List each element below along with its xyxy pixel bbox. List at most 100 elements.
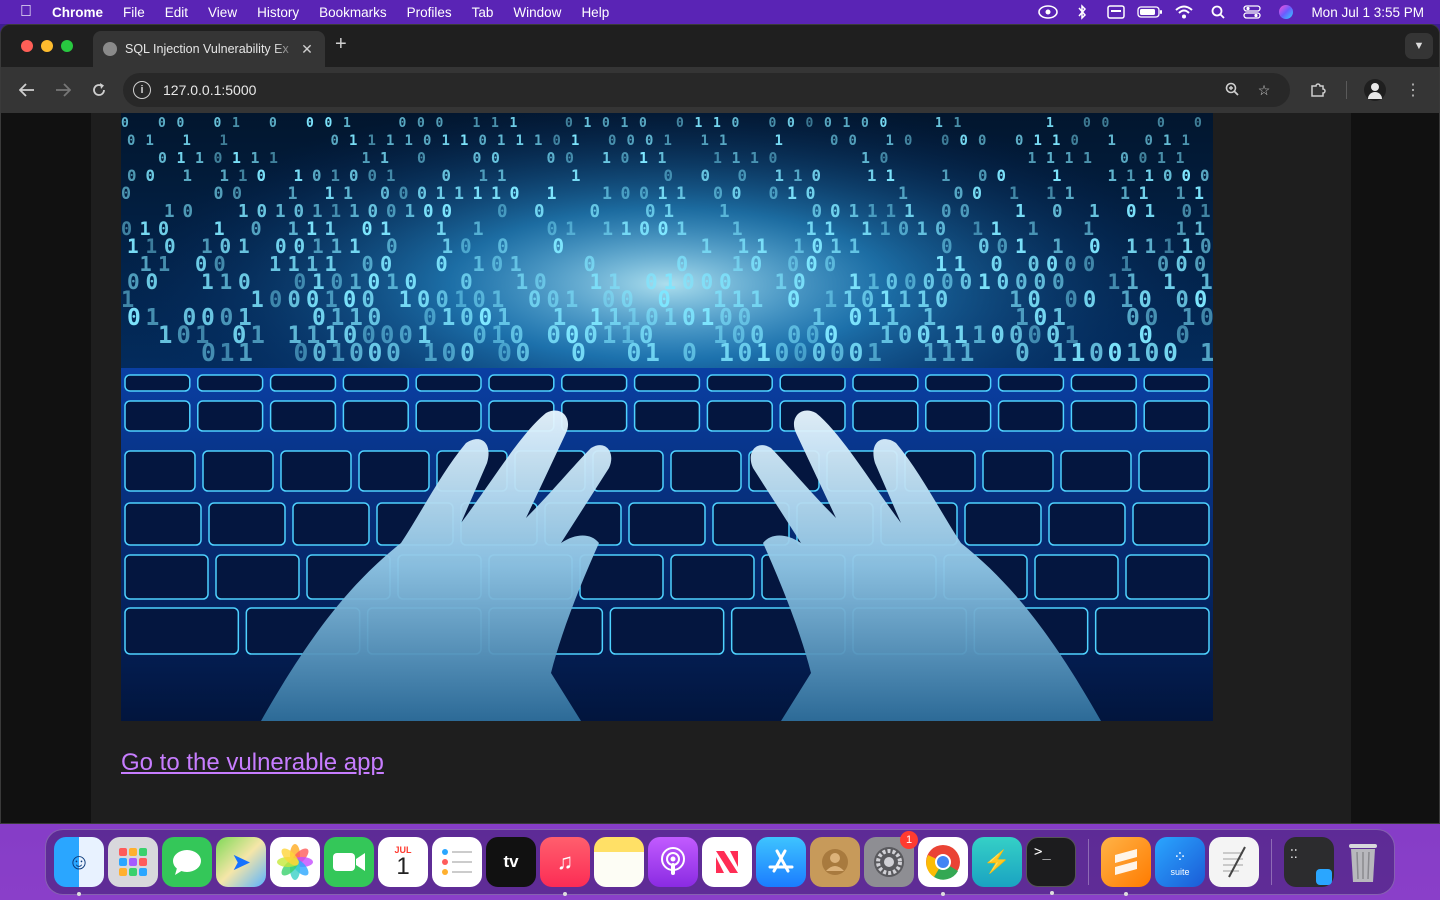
- binary-digit: 0: [978, 166, 987, 185]
- running-indicator: [1124, 892, 1128, 896]
- new-tab-button[interactable]: +: [335, 33, 347, 56]
- menu-help[interactable]: Help: [571, 5, 619, 20]
- podcasts-icon[interactable]: [648, 837, 698, 887]
- maps-icon[interactable]: ➤: [216, 837, 266, 887]
- app-store-icon[interactable]: [756, 837, 806, 887]
- suite-app-icon[interactable]: ⁘ suite: [1155, 837, 1205, 887]
- address-bar-url[interactable]: 127.0.0.1:5000: [163, 82, 1216, 98]
- facetime-icon[interactable]: [324, 837, 374, 887]
- more-menu-icon[interactable]: ⋮: [1397, 74, 1429, 106]
- bolt-app-icon[interactable]: ⚡: [972, 837, 1022, 887]
- tab-search-chevron-down-icon[interactable]: ▼: [1405, 33, 1433, 59]
- news-icon[interactable]: [702, 837, 752, 887]
- menu-app-name[interactable]: Chrome: [52, 5, 113, 20]
- back-arrow-icon[interactable]: [11, 74, 43, 106]
- binary-digit: 0: [516, 338, 531, 367]
- reminders-icon[interactable]: [432, 837, 482, 887]
- binary-digit: 0: [553, 133, 561, 149]
- music-icon[interactable]: ♫: [540, 837, 590, 896]
- binary-digit: 1: [1139, 184, 1149, 203]
- binary-digit: 1: [824, 288, 837, 313]
- bookmark-star-icon[interactable]: ☆: [1248, 82, 1280, 99]
- binary-digit: 1: [645, 338, 660, 367]
- extensions-puzzle-icon[interactable]: [1302, 74, 1334, 106]
- close-window-button[interactable]: [21, 40, 33, 52]
- forward-arrow-icon[interactable]: [47, 74, 79, 106]
- apple-menu-icon[interactable]: : [0, 3, 52, 21]
- keyboard-key: [706, 374, 773, 392]
- menu-window[interactable]: Window: [503, 5, 571, 20]
- sublime-text-icon[interactable]: [1101, 837, 1151, 896]
- binary-digit: 0: [368, 166, 377, 185]
- binary-digit: 1: [867, 166, 876, 185]
- keyboard-key: [202, 450, 274, 492]
- binary-digit: 1: [701, 235, 713, 258]
- tab-close-icon[interactable]: ✕: [299, 41, 315, 58]
- binary-digit: 0: [399, 184, 409, 203]
- minimize-window-button[interactable]: [41, 40, 53, 52]
- binary-digit: 0: [232, 184, 242, 203]
- apple-tv-icon[interactable]: tv: [486, 837, 536, 887]
- binary-digit: 1: [1145, 166, 1154, 185]
- system-settings-icon[interactable]: 1: [864, 831, 918, 887]
- messages-icon[interactable]: [162, 837, 212, 887]
- binary-digit: 1: [479, 166, 488, 185]
- zoom-icon[interactable]: [1216, 82, 1248, 99]
- wifi-icon[interactable]: [1167, 0, 1201, 24]
- binary-digit: 1: [695, 116, 703, 131]
- display-icon[interactable]: [1099, 0, 1133, 24]
- trash-icon[interactable]: [1338, 837, 1388, 887]
- menu-edit[interactable]: Edit: [155, 5, 198, 20]
- binary-digit: 0: [849, 338, 864, 367]
- bluetooth-icon[interactable]: [1065, 0, 1099, 24]
- binary-digit: 0: [146, 269, 159, 294]
- binary-digit: 0: [127, 305, 141, 331]
- tab-active[interactable]: SQL Injection Vulnerability Ex ✕: [93, 31, 325, 67]
- screenshot-tool-icon[interactable]: ⁚⁚: [1284, 837, 1334, 887]
- spotlight-search-icon[interactable]: [1201, 0, 1235, 24]
- binary-digit: 1: [331, 166, 340, 185]
- dock-separator: [1088, 839, 1089, 885]
- menu-profiles[interactable]: Profiles: [397, 5, 462, 20]
- reload-icon[interactable]: [83, 74, 115, 106]
- menu-tab[interactable]: Tab: [462, 5, 504, 20]
- menu-view[interactable]: View: [198, 5, 247, 20]
- binary-digit: 0: [769, 150, 778, 167]
- keyboard-key: [852, 400, 919, 432]
- menubar-clock[interactable]: Mon Jul 1 3:55 PM: [1303, 5, 1424, 20]
- address-bar[interactable]: i 127.0.0.1:5000 ☆: [123, 73, 1290, 107]
- keyboard-key: [633, 400, 701, 432]
- binary-digit: 0: [960, 202, 971, 222]
- binary-digit: 1: [621, 219, 632, 240]
- creative-cloud-icon[interactable]: [1031, 0, 1065, 24]
- menu-file[interactable]: File: [113, 5, 155, 20]
- profile-avatar-icon[interactable]: [1359, 74, 1391, 106]
- contacts-icon[interactable]: [810, 837, 860, 887]
- keyboard-key: [561, 374, 628, 392]
- site-info-icon[interactable]: i: [133, 81, 151, 99]
- keyboard-key: [779, 374, 846, 392]
- menu-bookmarks[interactable]: Bookmarks: [309, 5, 397, 20]
- chrome-window: SQL Injection Vulnerability Ex ✕ + ▼ i 1…: [0, 24, 1440, 824]
- calendar-icon[interactable]: JUL 1: [378, 837, 428, 887]
- photos-icon[interactable]: [270, 837, 320, 887]
- menu-history[interactable]: History: [247, 5, 309, 20]
- battery-icon[interactable]: [1133, 0, 1167, 24]
- finder-icon[interactable]: ☺: [54, 837, 104, 896]
- binary-digit: 1: [269, 150, 278, 167]
- siri-icon[interactable]: [1269, 0, 1303, 24]
- binary-digit: 0: [436, 116, 444, 131]
- launchpad-icon[interactable]: [108, 837, 158, 887]
- terminal-icon[interactable]: >_: [1026, 837, 1076, 895]
- control-center-icon[interactable]: [1235, 0, 1269, 24]
- maximize-window-button[interactable]: [61, 40, 73, 52]
- binary-digit: 0: [214, 116, 222, 131]
- textedit-icon[interactable]: [1209, 837, 1259, 887]
- chrome-icon[interactable]: [918, 837, 968, 896]
- binary-digit: 1: [473, 116, 481, 131]
- running-indicator: [77, 892, 81, 896]
- vulnerable-app-link[interactable]: Go to the vulnerable app: [121, 749, 384, 777]
- notes-icon[interactable]: [594, 837, 644, 887]
- keyboard-key: [197, 400, 264, 432]
- binary-digit: 0: [121, 184, 131, 203]
